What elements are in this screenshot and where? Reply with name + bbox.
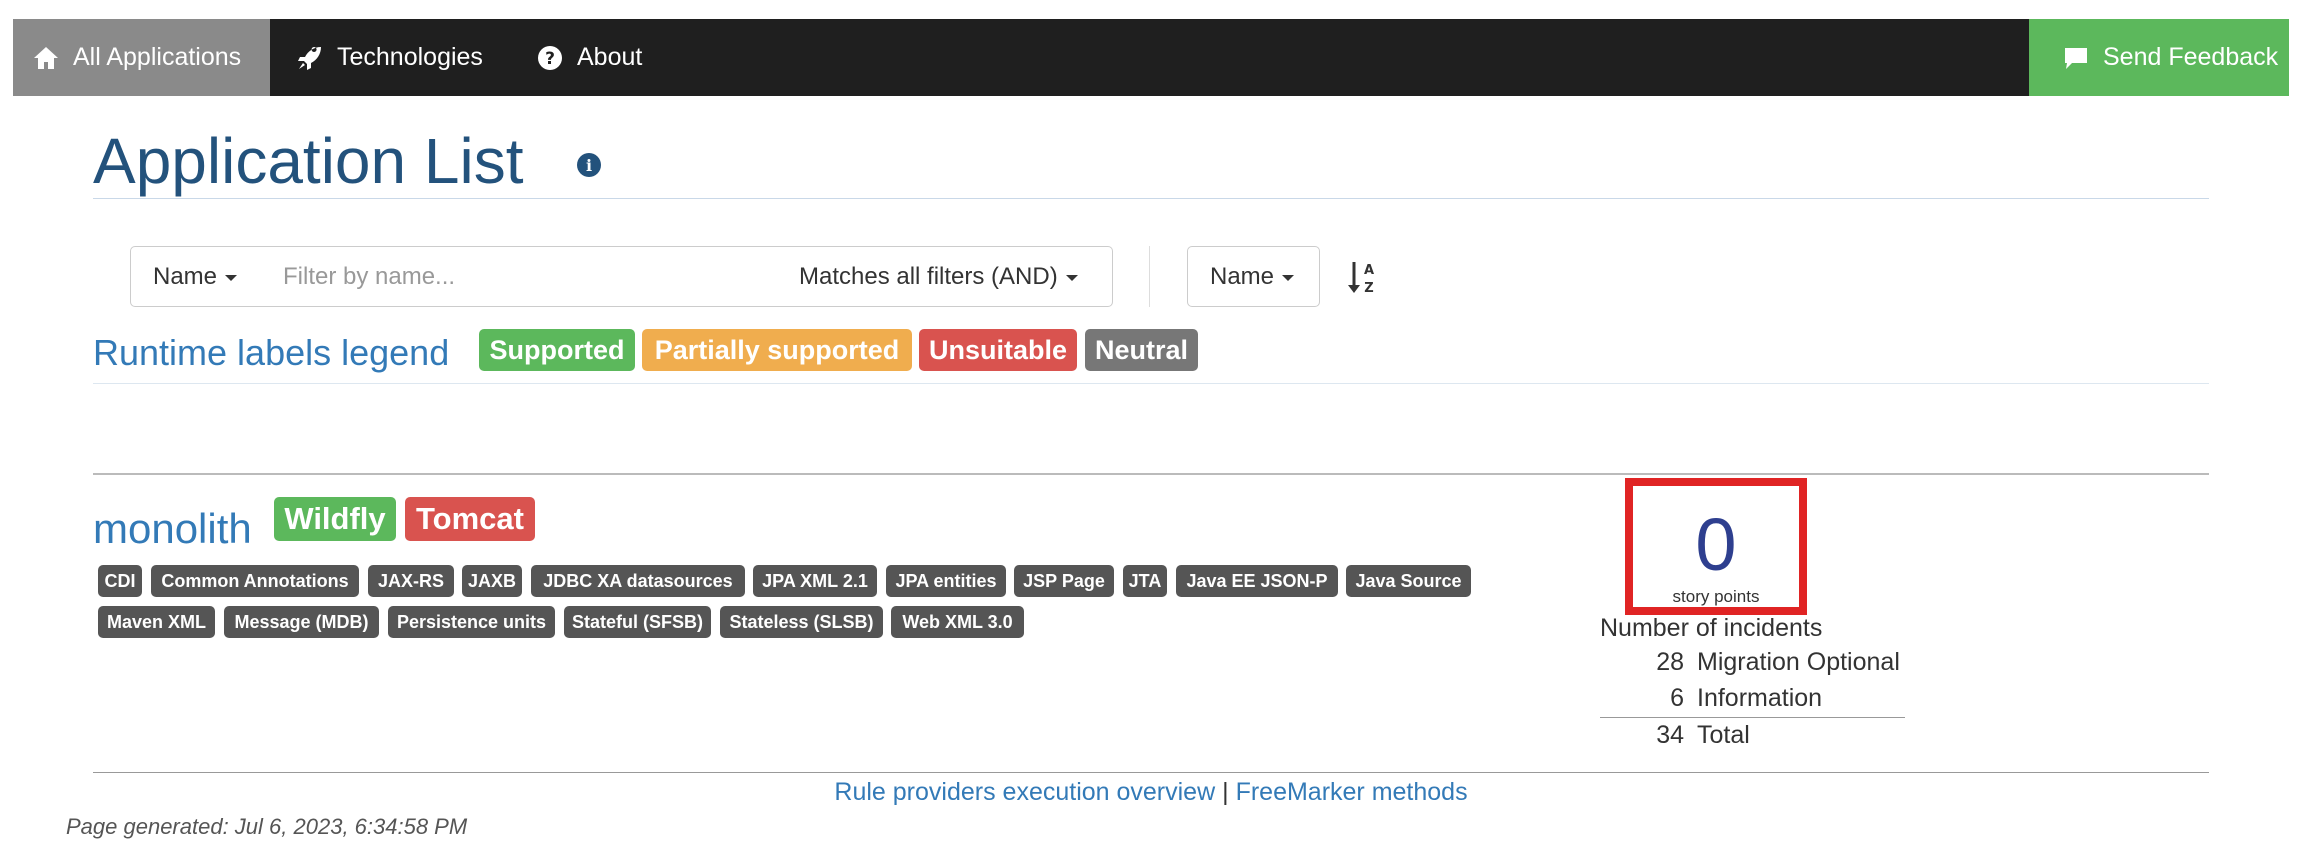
page-header: Application List i [93,123,2209,199]
runtime-label-tomcat: Tomcat [405,497,535,541]
tech-tag: Stateless (SLSB) [720,606,883,638]
runtime-label-wildfly: Wildfly [274,497,396,541]
story-points-value: 0 [1695,503,1737,586]
tech-tag: JPA entities [886,565,1006,597]
nav-all-applications-label: All Applications [73,43,242,71]
incident-row: 6 Information [1600,684,1905,720]
comment-icon [2061,43,2091,73]
legend-label-supported: Supported [479,329,635,371]
legend-label-partially-supported: Partially supported [642,329,912,371]
incidents-divider [1600,717,1905,718]
incident-label: Migration Optional [1697,648,1900,676]
footer-separator [93,772,2209,773]
nav-about[interactable]: ? About [535,19,642,96]
send-feedback-label: Send Feedback [2103,43,2279,71]
filter-field-label: Name [153,262,218,290]
info-icon[interactable]: i [577,153,601,177]
filter-field-dropdown[interactable]: Name [130,246,264,307]
footer-links: Rule providers execution overview | Free… [0,778,2302,807]
filter-input[interactable]: Filter by name... [263,246,778,307]
tech-tag: Message (MDB) [224,606,379,638]
legend-label-unsuitable: Unsuitable [919,329,1077,371]
application-name-link[interactable]: monolith [93,505,252,553]
tech-tag: CDI [98,565,142,597]
incident-count: 6 [1670,684,1684,712]
nav-all-applications[interactable]: All Applications [13,19,270,96]
home-icon [31,43,61,73]
top-navbar: All Applications Technologies ? About Se… [13,19,2289,96]
send-feedback-button[interactable]: Send Feedback [2029,19,2289,96]
filter-match-dropdown[interactable]: Matches all filters (AND) [777,246,1113,307]
tech-tag: Stateful (SFSB) [564,606,711,638]
caret-down-icon [1282,275,1295,281]
question-circle-icon: ? [535,43,565,73]
filter-placeholder: Filter by name... [283,262,456,290]
application-separator [93,473,2209,475]
filter-divider [1149,246,1150,307]
sort-alpha-asc-icon[interactable]: A Z [1347,258,1379,298]
sort-field-dropdown[interactable]: Name [1187,246,1320,307]
tech-tag: Maven XML [98,606,215,638]
legend-title: Runtime labels legend [93,332,450,373]
caret-down-icon [225,275,238,281]
incidents-title: Number of incidents [1600,614,1823,642]
tech-tag: Web XML 3.0 [891,606,1024,638]
footer-separator-text: | [1222,778,1229,806]
svg-text:?: ? [545,49,555,69]
rule-providers-link[interactable]: Rule providers execution overview [834,778,1215,806]
nav-about-label: About [577,43,643,71]
rocket-icon [295,43,325,73]
story-points-label: story points [1672,587,1760,606]
filter-match-label: Matches all filters (AND) [799,262,1058,290]
page-title: Application List [93,125,524,197]
incident-total-count: 34 [1656,721,1684,749]
svg-text:A: A [1364,263,1374,278]
story-points-box: 0 story points [1625,478,1807,615]
tech-tag: Common Annotations [151,565,359,597]
freemarker-methods-link[interactable]: FreeMarker methods [1236,778,1468,806]
tech-tag: JSP Page [1014,565,1114,597]
sort-field-label: Name [1210,262,1275,290]
legend-label-neutral: Neutral [1085,329,1198,371]
incident-row: 28 Migration Optional [1600,648,1905,684]
tech-tag: JPA XML 2.1 [753,565,877,597]
incident-total-row: 34 Total [1600,721,1905,757]
tech-tag: JTA [1123,565,1167,597]
caret-down-icon [1065,275,1078,281]
page-generated-text: Page generated: Jul 6, 2023, 6:34:58 PM [66,814,468,839]
tech-tag: JAXB [462,565,522,597]
incident-total-label: Total [1697,721,1750,749]
tech-tag: JAX-RS [368,565,454,597]
nav-technologies[interactable]: Technologies [295,19,483,96]
tech-tag: Java Source [1346,565,1471,597]
tech-tag: JDBC XA datasources [531,565,745,597]
tech-tag: Java EE JSON-P [1176,565,1338,597]
incident-label: Information [1697,684,1823,712]
tech-tag: Persistence units [388,606,555,638]
incident-count: 28 [1656,648,1684,676]
svg-text:Z: Z [1364,281,1373,296]
nav-technologies-label: Technologies [337,43,483,71]
